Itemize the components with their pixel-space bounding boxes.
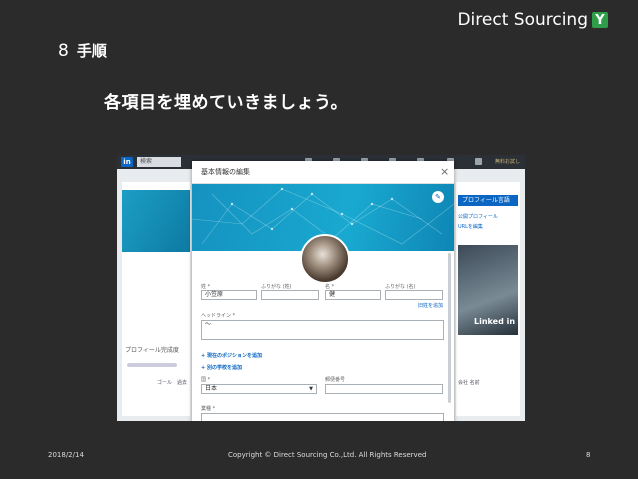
footer-copyright: Copyright © Direct Sourcing Co.,Ltd. All… <box>228 451 427 459</box>
modal-scrollbar[interactable] <box>448 253 451 403</box>
step-number: 8 <box>58 41 69 61</box>
step-heading: 8 手順 <box>58 40 107 61</box>
industry-select[interactable] <box>201 413 444 421</box>
industry-label: 業種 * <box>201 406 216 412</box>
apps-icon[interactable] <box>475 158 482 165</box>
side-small-text: 会社 名前 <box>458 380 480 386</box>
first-name-field[interactable]: 健 <box>325 290 381 300</box>
linkedin-screenshot: in 検索 無料お試し プロフィール完成度 ゴール 過去 プロフィール言語 公開… <box>117 155 525 421</box>
last-furigana-label: ふりがな (姓) <box>261 284 292 290</box>
add-former-name-link[interactable]: 旧姓を追加 <box>418 302 443 309</box>
edit-intro-modal: 基本情報の編集 × ✎ 姓 * 小笠原 ふりがな (姓) 名 * 健 ふりがな … <box>192 161 454 421</box>
profile-banner <box>122 190 190 252</box>
last-name-label: 姓 * <box>201 284 211 290</box>
edit-url-link[interactable]: URLを編集 <box>458 223 483 230</box>
add-education-text: 別の学校を追加 <box>206 365 242 371</box>
last-name-field[interactable]: 小笠原 <box>201 290 257 300</box>
country-select[interactable]: 日本 ▼ <box>201 384 317 394</box>
modal-title: 基本情報の編集 <box>201 168 250 176</box>
public-profile-link[interactable]: 公開プロフィール <box>458 213 498 220</box>
profile-item: ゴール 過去 <box>157 380 188 386</box>
postal-code-label: 郵便番号 <box>325 377 346 383</box>
postal-code-field[interactable] <box>325 384 443 394</box>
page-number: 8 <box>586 451 591 459</box>
country-value: 日本 <box>205 385 218 392</box>
ad-text: Linked in <box>474 317 516 326</box>
headline-field[interactable]: ～ <box>201 320 444 340</box>
footer-date: 2018/2/14 <box>48 451 84 459</box>
search-input[interactable]: 検索 <box>137 157 181 167</box>
brand-name: Direct Sourcing <box>457 10 588 30</box>
brand-logo-area: Direct Sourcing Y <box>457 10 608 30</box>
country-label: 国 * <box>201 377 211 383</box>
add-position-text: 現在のポジションを追加 <box>206 353 262 359</box>
avatar[interactable] <box>300 234 350 284</box>
add-position-link[interactable]: + 現在のポジションを追加 <box>201 352 262 359</box>
profile-strength-bar <box>127 363 177 367</box>
step-title: 手順 <box>76 42 107 60</box>
first-furigana-field[interactable] <box>385 290 443 300</box>
first-name-label: 名 * <box>325 284 335 290</box>
add-education-link[interactable]: + 別の学校を追加 <box>201 364 242 371</box>
chevron-down-icon: ▼ <box>309 386 313 392</box>
headline-label: ヘッドライン * <box>201 313 236 319</box>
close-icon[interactable]: × <box>440 165 449 178</box>
profile-language-button[interactable]: プロフィール言語 <box>458 195 518 206</box>
slide-subtitle: 各項目を埋めていきましょう。 <box>104 93 348 113</box>
edit-background-icon[interactable]: ✎ <box>432 191 444 203</box>
brand-y-icon: Y <box>592 12 608 28</box>
profile-strength-label: プロフィール完成度 <box>125 347 179 354</box>
premium-link[interactable]: 無料お試し <box>495 158 520 165</box>
linkedin-logo-icon[interactable]: in <box>121 157 133 167</box>
first-furigana-label: ふりがな (名) <box>385 284 416 290</box>
last-furigana-field[interactable] <box>261 290 319 300</box>
